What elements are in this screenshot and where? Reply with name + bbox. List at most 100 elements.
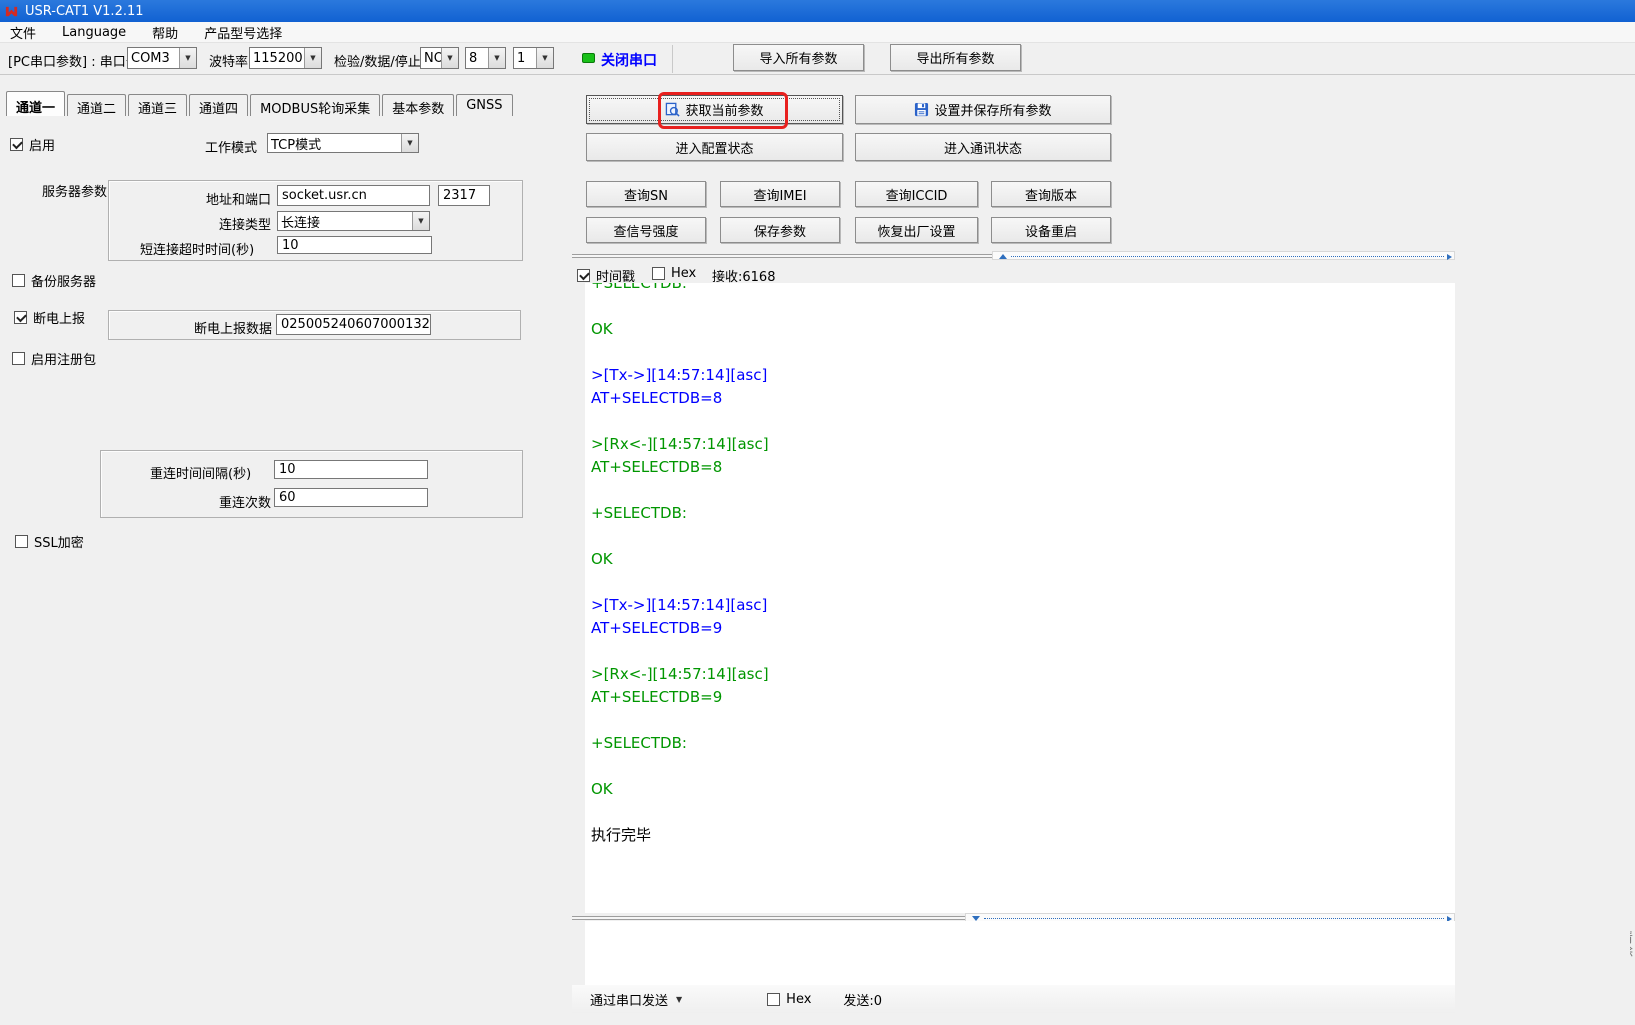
collapse-up-icon (999, 254, 1007, 259)
query-imei-button[interactable]: 查询IMEI (720, 181, 840, 207)
port-input[interactable]: 2317 (438, 185, 490, 206)
log-line: >[Tx->][14:57:14][asc] (591, 364, 1455, 387)
log-line: +SELECTDB: (591, 502, 1455, 525)
parity-value: NONI (421, 50, 441, 67)
log-line (591, 571, 1455, 594)
reconnect-count-value: 60 (279, 490, 296, 505)
send-serial-button[interactable]: 通过串口发送 (590, 990, 668, 1009)
reconnect-interval-input[interactable]: 10 (274, 460, 428, 479)
enter-config-button[interactable]: 进入配置状态 (586, 133, 843, 161)
tab[interactable]: GNSS (456, 94, 512, 116)
log-line: >[Rx<-][14:57:14][asc] (591, 433, 1455, 456)
work-mode-select[interactable]: TCP模式 ▼ (267, 133, 419, 153)
collapse-right-icon (1447, 254, 1452, 260)
stopbits-select[interactable]: 1 ▼ (513, 47, 554, 69)
import-params-button[interactable]: 导入所有参数 (733, 44, 864, 71)
splitter-handle[interactable] (992, 251, 1455, 260)
serial-port-label: [PC串口参数] : 串口号 (8, 51, 139, 70)
set-save-params-button[interactable]: 设置并保存所有参数 (855, 95, 1111, 124)
query-sn-button[interactable]: 查询SN (586, 181, 706, 207)
parity-select[interactable]: NONI ▼ (420, 47, 459, 69)
chevron-down-icon[interactable]: ▼ (676, 995, 682, 1004)
splitter-line[interactable] (572, 916, 965, 920)
chevron-down-icon: ▼ (412, 212, 429, 230)
reconnect-count-input[interactable]: 60 (274, 488, 428, 507)
export-params-button[interactable]: 导出所有参数 (890, 44, 1021, 71)
enter-comm-button[interactable]: 进入通讯状态 (855, 133, 1111, 161)
receive-log[interactable]: +SELECTDB: OK >[Tx->][14:57:14][asc] AT+S… (585, 283, 1455, 913)
checkbox-icon (10, 138, 23, 151)
power-data-input[interactable]: 02500524060700013275:PO (276, 314, 431, 335)
query-version-button[interactable]: 查询版本 (991, 181, 1111, 207)
menu-item[interactable]: Language (62, 25, 126, 40)
save-icon (914, 102, 929, 117)
log-line: +SELECTDB: (591, 283, 1455, 295)
databits-select[interactable]: 8 ▼ (465, 47, 506, 69)
menu-item[interactable]: 帮助 (152, 23, 178, 42)
reconnect-interval-label: 重连时间间隔(秒) (150, 463, 251, 482)
recv-hex-label: Hex (671, 266, 696, 281)
log-lines: +SELECTDB: OK >[Tx->][14:57:14][asc] AT+S… (585, 283, 1455, 847)
conn-type-label: 连接类型 (219, 214, 271, 233)
address-input[interactable]: socket.usr.cn (277, 185, 430, 206)
enable-checkbox[interactable]: 启用 (10, 135, 55, 154)
send-bar: 通过串口发送 ▼ Hex 发送:0 (572, 985, 1455, 1013)
send-input[interactable] (585, 921, 1455, 985)
log-line: AT+SELECTDB=8 (591, 456, 1455, 479)
baud-select[interactable]: 115200 ▼ (249, 47, 322, 69)
ssl-checkbox[interactable]: SSL加密 (15, 532, 84, 551)
backup-server-checkbox[interactable]: 备份服务器 (12, 271, 96, 290)
close-port-button[interactable]: 关闭串口 (601, 50, 657, 70)
reconnect-interval-value: 10 (279, 462, 296, 477)
log-line (591, 801, 1455, 824)
log-line (591, 410, 1455, 433)
splitter-dots (1011, 256, 1444, 257)
checkbox-icon (652, 267, 665, 280)
title-bar: USR-CAT1 V1.2.11 (0, 0, 1635, 22)
chevron-down-icon: ▼ (441, 48, 458, 68)
tab[interactable]: 通道四 (189, 94, 248, 116)
tab[interactable]: 通道二 (67, 94, 126, 116)
log-line: +SELECTDB: (591, 732, 1455, 755)
query-iccid-button[interactable]: 查询ICCID (855, 181, 978, 207)
tab[interactable]: 通道一 (6, 91, 65, 116)
enable-label: 启用 (29, 135, 55, 154)
reg-pack-checkbox[interactable]: 启用注册包 (12, 349, 96, 368)
splitter-line[interactable] (572, 254, 992, 258)
port-value: 2317 (443, 188, 476, 203)
menu-item[interactable]: 文件 (10, 23, 36, 42)
toolbar-separator (672, 45, 673, 73)
power-report-label: 断电上报 (33, 308, 85, 327)
tab[interactable]: MODBUS轮询采集 (250, 94, 380, 116)
short-timeout-input[interactable]: 10 (277, 236, 432, 254)
checkbox-icon (577, 269, 590, 282)
log-line (591, 341, 1455, 364)
menu-item[interactable]: 产品型号选择 (204, 23, 282, 42)
chevron-down-icon: ▼ (488, 48, 505, 68)
reconnect-count-label: 重连次数 (219, 492, 271, 511)
log-line (591, 755, 1455, 778)
com-port-select[interactable]: COM3 ▼ (127, 47, 197, 69)
tab[interactable]: 通道三 (128, 94, 187, 116)
save-params-button[interactable]: 保存参数 (720, 217, 840, 243)
splitter-dots (984, 918, 1444, 919)
reg-pack-label: 启用注册包 (31, 349, 96, 368)
short-timeout-value: 10 (282, 238, 299, 253)
power-report-checkbox[interactable]: 断电上报 (14, 308, 85, 327)
send-hex-checkbox[interactable]: Hex (767, 992, 811, 1007)
log-line (591, 295, 1455, 318)
tab[interactable]: 基本参数 (382, 94, 454, 116)
device-restart-button[interactable]: 设备重启 (991, 217, 1111, 243)
clipped-vertical-button[interactable]: 清除 (1630, 930, 1635, 992)
query-signal-button[interactable]: 查信号强度 (586, 217, 706, 243)
checkbox-icon (14, 311, 27, 324)
recv-hex-checkbox[interactable]: Hex (652, 266, 696, 281)
factory-reset-button[interactable]: 恢复出厂设置 (855, 217, 978, 243)
app-logo-icon (4, 4, 19, 19)
baud-value: 115200 (250, 50, 304, 67)
log-line: OK (591, 318, 1455, 341)
log-line: AT+SELECTDB=9 (591, 686, 1455, 709)
channel-tabs: 通道一通道二通道三通道四MODBUS轮询采集基本参数GNSS (6, 91, 515, 116)
short-timeout-label: 短连接超时时间(秒) (140, 239, 254, 258)
conn-type-select[interactable]: 长连接 ▼ (277, 211, 430, 231)
